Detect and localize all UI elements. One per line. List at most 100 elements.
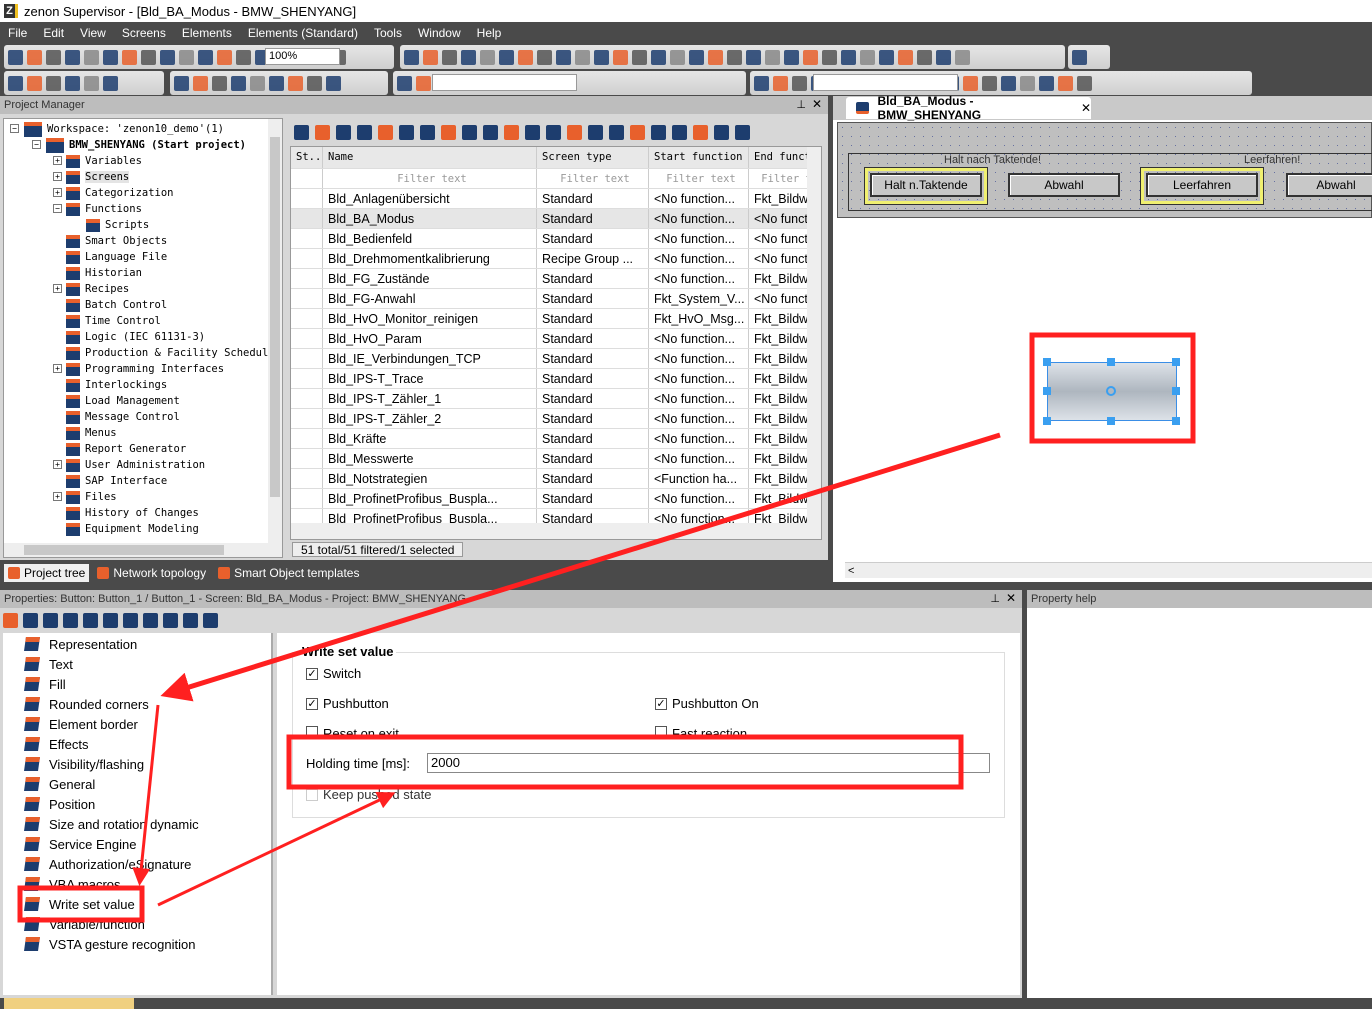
filter-input[interactable] (291, 169, 323, 188)
menu-screens[interactable]: Screens (114, 26, 174, 40)
menu-edit[interactable]: Edit (35, 26, 72, 40)
resize-handle[interactable] (1043, 358, 1051, 366)
expand-toggle[interactable]: + (53, 492, 62, 501)
tree-item-functions[interactable]: Functions (66, 201, 142, 217)
toolbar-button-icon[interactable] (84, 75, 99, 91)
toolbar-button-icon[interactable] (27, 75, 42, 91)
grid-toolbar-icon[interactable] (630, 124, 645, 140)
property-group-fill[interactable]: Fill (24, 675, 66, 693)
grid-toolbar-icon[interactable] (672, 124, 687, 140)
resize-handle[interactable] (1043, 417, 1051, 425)
tree-item-categorization[interactable]: Categorization (66, 185, 174, 201)
toolbar-button-icon[interactable] (480, 49, 495, 65)
property-group-service-engine[interactable]: Service Engine (24, 835, 136, 853)
grid-toolbar-icon[interactable] (462, 124, 477, 140)
property-group-element-border[interactable]: Element border (24, 715, 138, 733)
resize-handle[interactable] (1107, 358, 1115, 366)
toolbar-button-icon[interactable] (1077, 75, 1092, 91)
search-field[interactable] (813, 74, 958, 91)
grid-toolbar-icon[interactable] (441, 124, 456, 140)
toolbar-button-icon[interactable] (1039, 75, 1054, 91)
tree-item-menus[interactable]: Menus (66, 425, 117, 441)
holding-time-input[interactable]: 2000 (427, 753, 990, 773)
table-row[interactable]: Bld_BA_Modus Standard <No function... <No f… (291, 209, 821, 229)
toolbar-button-icon[interactable] (141, 49, 156, 65)
grid-toolbar-icon[interactable] (609, 124, 624, 140)
toolbar-button-icon[interactable] (1020, 75, 1035, 91)
expand-toggle[interactable]: + (53, 188, 62, 197)
toolbar-button-icon[interactable] (556, 49, 571, 65)
editor-tab[interactable]: Bld_BA_Modus - BMW_SHENYANG ✕ (846, 94, 1091, 122)
screen-canvas[interactable]: Halt nach Taktende! Leerfahren! Halt n.T… (837, 122, 1372, 218)
resize-handle[interactable] (1107, 417, 1115, 425)
toolbar-button-icon[interactable] (708, 49, 723, 65)
toolbar-button-icon[interactable] (231, 75, 246, 91)
toolbar-button-icon[interactable] (784, 49, 799, 65)
toolbar-button-icon[interactable] (841, 49, 856, 65)
property-group-text[interactable]: Text (24, 655, 73, 673)
tree-item-recipes[interactable]: Recipes (66, 281, 129, 297)
toolbar-button-icon[interactable] (416, 75, 431, 91)
toolbar-button-icon[interactable] (822, 49, 837, 65)
tree-item-batch-control[interactable]: Batch Control (66, 297, 167, 313)
grid-toolbar-icon[interactable] (399, 124, 414, 140)
toolbar-button-icon[interactable] (1001, 75, 1016, 91)
tree-item-load-management[interactable]: Load Management (66, 393, 180, 409)
toolbar-button-icon[interactable] (326, 75, 341, 91)
toolbar-button-icon[interactable] (754, 75, 769, 91)
pin-icon[interactable]: ⊥ (796, 98, 806, 111)
toolbar-button-icon[interactable] (594, 49, 609, 65)
rotation-center-handle[interactable] (1106, 386, 1116, 396)
abwahl-button[interactable]: Abwahl (1008, 173, 1120, 197)
menu-tools[interactable]: Tools (366, 26, 410, 40)
toolbar-button-icon[interactable] (499, 49, 514, 65)
filter-input[interactable]: Filter text (323, 169, 537, 188)
properties-toolbar-icon[interactable] (123, 612, 138, 628)
tree-item-report-generator[interactable]: Report Generator (66, 441, 186, 457)
grid-toolbar-icon[interactable] (714, 124, 729, 140)
toolbar-button-icon[interactable] (773, 75, 788, 91)
tree-item-sap-interface[interactable]: SAP Interface (66, 473, 167, 489)
table-row[interactable]: Bld_FG-Anwahl Standard Fkt_System_V... <No … (291, 289, 821, 309)
grid-hscrollbar[interactable] (291, 523, 821, 539)
properties-toolbar-icon[interactable] (3, 612, 18, 628)
tree-item-variables[interactable]: Variables (66, 153, 142, 169)
expand-toggle[interactable]: + (53, 460, 62, 469)
properties-toolbar-icon[interactable] (183, 612, 198, 628)
table-row[interactable]: Bld_Notstrategien Standard <Function ha...… (291, 469, 821, 489)
toolbar-button-icon[interactable] (122, 49, 137, 65)
toolbar-button-icon[interactable] (46, 49, 61, 65)
tree-item-interlockings[interactable]: Interlockings (66, 377, 167, 393)
grid-toolbar-icon[interactable] (504, 124, 519, 140)
property-group-vsta-gesture-recognition[interactable]: VSTA gesture recognition (24, 935, 195, 953)
tree-item-history-of-changes[interactable]: History of Changes (66, 505, 199, 521)
resize-handle[interactable] (1172, 358, 1180, 366)
tree-item-time-control[interactable]: Time Control (66, 313, 161, 329)
abwahl-button[interactable]: Abwahl (1286, 173, 1372, 197)
toolbar-button-icon[interactable] (179, 49, 194, 65)
toolbar-button-icon[interactable] (879, 49, 894, 65)
variable-select[interactable] (432, 74, 577, 91)
toolbar-button-icon[interactable] (537, 49, 552, 65)
grid-toolbar-icon[interactable] (420, 124, 435, 140)
properties-toolbar-icon[interactable] (23, 612, 38, 628)
toolbar-button-icon[interactable] (103, 49, 118, 65)
column-header[interactable]: Name (323, 147, 537, 168)
pin-icon[interactable]: ⊥ (990, 592, 1000, 605)
grid-toolbar-icon[interactable] (336, 124, 351, 140)
toolbar-button-icon[interactable] (518, 49, 533, 65)
column-header[interactable]: Screen type (537, 147, 649, 168)
tree-item-scripts[interactable]: Scripts (86, 217, 149, 233)
table-row[interactable]: Bld_IE_Verbindungen_TCP Standard <No funct… (291, 349, 821, 369)
table-row[interactable]: Bld_IPS-T_Zähler_2 Standard <No function..… (291, 409, 821, 429)
table-row[interactable]: Bld_Messwerte Standard <No function... Fkt_… (291, 449, 821, 469)
property-group-authorization-esignature[interactable]: Authorization/eSignature (24, 855, 191, 873)
grid-toolbar-icon[interactable] (735, 124, 750, 140)
close-tab-icon[interactable]: ✕ (1081, 101, 1091, 115)
toolbar-button-icon[interactable] (727, 49, 742, 65)
column-header[interactable]: St... (291, 147, 323, 168)
toolbar-button-icon[interactable] (575, 49, 590, 65)
grid-toolbar-icon[interactable] (546, 124, 561, 140)
tree-item-smart-objects[interactable]: Smart Objects (66, 233, 167, 249)
tree-item-logic-iec-61131-3-[interactable]: Logic (IEC 61131-3) (66, 329, 205, 345)
